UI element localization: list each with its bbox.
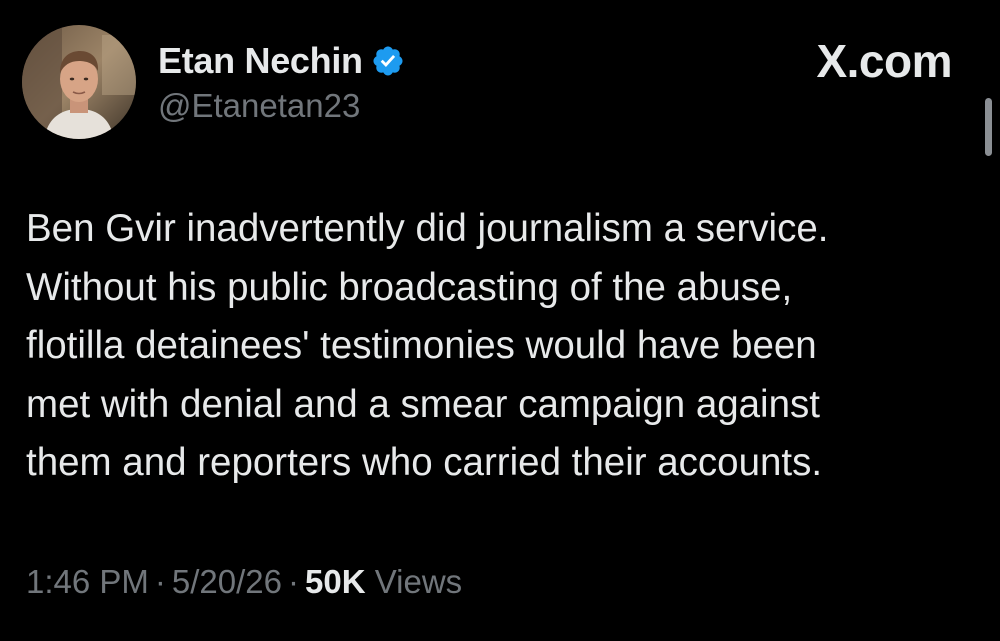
avatar-image	[22, 25, 136, 139]
tweet-text: Ben Gvir inadvertently did journalism a …	[26, 200, 966, 493]
author-name-row: Etan Nechin	[158, 38, 405, 84]
author-avatar[interactable]	[22, 25, 136, 139]
tweet-text-line: Ben Gvir inadvertently did journalism a …	[26, 207, 829, 250]
tweet-text-line: them and reporters who carried their acc…	[26, 441, 823, 484]
views-count: 50K	[305, 563, 366, 600]
tweet-meta: 1:46 PM · 5/20/26 · 50K Views	[26, 563, 462, 601]
meta-separator: ·	[288, 563, 300, 600]
tweet-text-line: met with denial and a smear campaign aga…	[26, 382, 820, 426]
tweet-date[interactable]: 5/20/26	[172, 563, 282, 600]
meta-separator: ·	[154, 563, 166, 600]
author-display-name[interactable]: Etan Nechin	[158, 40, 363, 82]
author-handle[interactable]: @Etanetan23	[158, 87, 360, 125]
scrollbar-thumb[interactable]	[985, 98, 992, 156]
views-label: Views	[374, 563, 463, 600]
x-com-logo: X.com	[816, 35, 952, 87]
verified-badge-icon	[371, 44, 405, 78]
tweet-text-line: flotilla detainees' testimonies would ha…	[26, 324, 817, 367]
tweet-time[interactable]: 1:46 PM	[26, 563, 149, 600]
tweet-card: Etan Nechin @Etanetan23 X.com Ben Gvir i…	[0, 0, 1000, 641]
tweet-text-line: Without his public broadcasting of the a…	[26, 265, 793, 309]
